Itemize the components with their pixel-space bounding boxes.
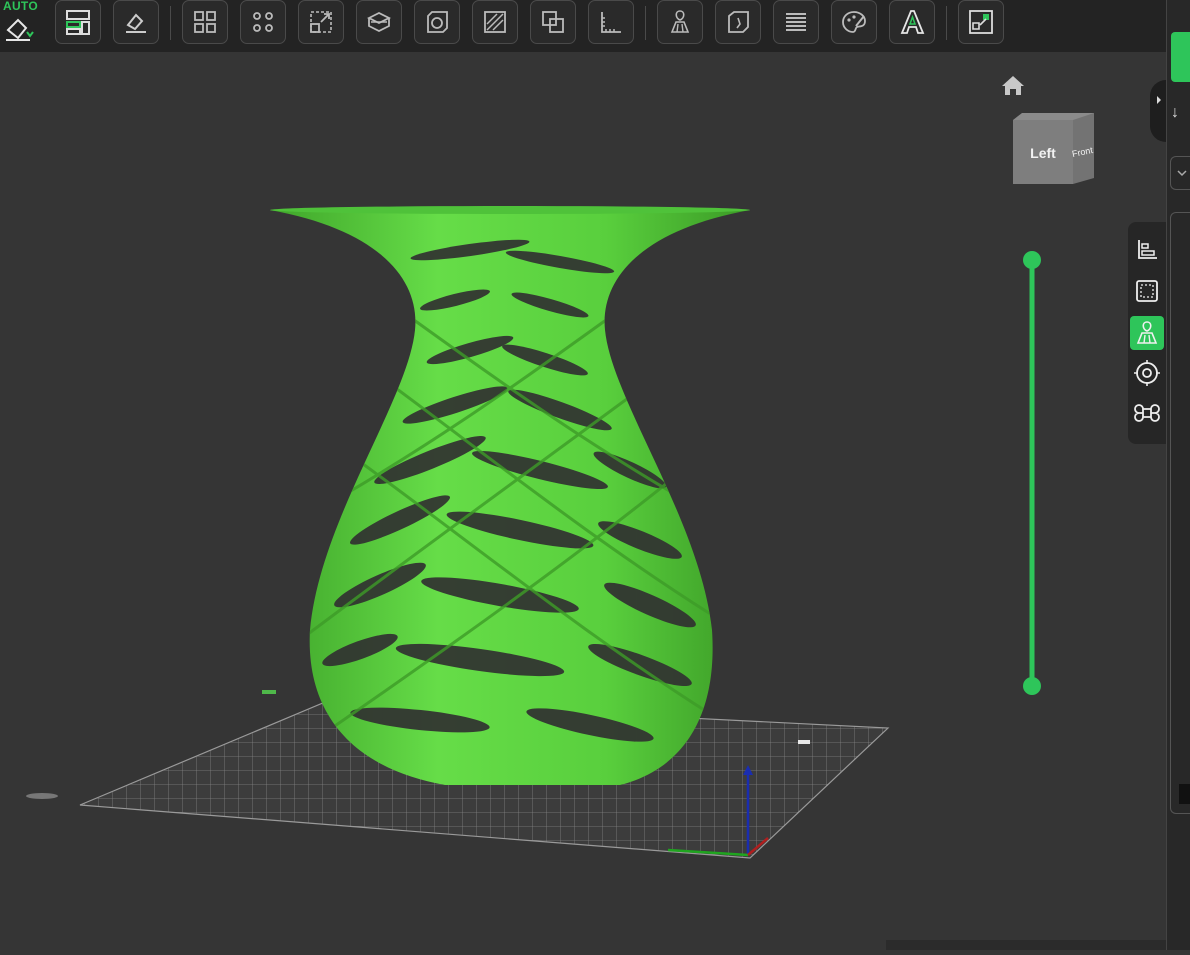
arrange-plates-icon bbox=[66, 10, 90, 35]
merge-button[interactable] bbox=[530, 0, 576, 44]
home-view-icon[interactable] bbox=[1002, 76, 1024, 95]
chevron-right-icon bbox=[1157, 96, 1161, 104]
assembly-button[interactable] bbox=[958, 0, 1004, 44]
clover-button[interactable] bbox=[1130, 396, 1164, 430]
view-cube[interactable]: Left Front bbox=[1013, 113, 1094, 184]
hollow-icon bbox=[427, 11, 448, 33]
panel-sort-icon[interactable]: ↓ bbox=[1171, 104, 1190, 134]
top-toolbar: AUTO bbox=[0, 0, 1166, 52]
lay-on-face-icon bbox=[126, 13, 146, 33]
view-target-button[interactable] bbox=[1130, 356, 1164, 390]
layer-slider-top-handle[interactable] bbox=[1023, 251, 1041, 269]
cut-button[interactable] bbox=[356, 0, 402, 44]
support-paint-icon bbox=[670, 10, 690, 33]
lay-on-face-button[interactable] bbox=[113, 0, 159, 44]
color-paint-icon bbox=[842, 11, 866, 33]
scene-canvas[interactable]: Left Front bbox=[0, 52, 1166, 950]
merge-icon bbox=[542, 11, 564, 33]
vase-model[interactable] bbox=[270, 206, 750, 785]
support-icon bbox=[1136, 321, 1158, 344]
layer-height-button[interactable] bbox=[773, 0, 819, 44]
chevron-down-icon bbox=[1177, 170, 1187, 177]
panel-collapse-tab[interactable] bbox=[1150, 80, 1166, 142]
layer-slider-bottom-handle[interactable] bbox=[1023, 677, 1041, 695]
measure-icon bbox=[601, 12, 621, 33]
panel-dark-marker bbox=[1179, 784, 1190, 804]
view-cube-left-label[interactable]: Left bbox=[1030, 145, 1056, 161]
text-icon bbox=[900, 10, 925, 34]
eraser-auto-icon bbox=[6, 18, 34, 41]
boolean-button[interactable] bbox=[472, 0, 518, 44]
bottom-status-strip bbox=[886, 940, 1166, 950]
seam-paint-icon bbox=[728, 11, 749, 33]
plate-label-marker bbox=[262, 690, 276, 694]
plate-label-marker bbox=[798, 740, 810, 744]
toolbar-separator bbox=[645, 6, 646, 40]
select-box-button[interactable] bbox=[1130, 274, 1164, 308]
support-paint-button[interactable] bbox=[657, 0, 703, 44]
layer-range-slider[interactable] bbox=[1023, 251, 1041, 695]
boolean-icon bbox=[484, 11, 506, 33]
cut-icon bbox=[366, 11, 392, 33]
align-button[interactable] bbox=[1130, 232, 1164, 266]
assembly-icon bbox=[969, 10, 993, 34]
panel-dropdown[interactable] bbox=[1170, 156, 1190, 190]
toolbar-separator bbox=[946, 6, 947, 40]
scale-icon bbox=[310, 11, 332, 33]
measure-button[interactable] bbox=[588, 0, 634, 44]
arrange-button[interactable] bbox=[55, 0, 101, 44]
panel-top-accent bbox=[1171, 32, 1190, 82]
side-toolbar bbox=[1128, 222, 1166, 444]
hollow-button[interactable] bbox=[414, 0, 460, 44]
text-button[interactable] bbox=[889, 0, 935, 44]
support-button[interactable] bbox=[1130, 316, 1164, 350]
layer-height-icon bbox=[786, 13, 806, 31]
color-paint-button[interactable] bbox=[831, 0, 877, 44]
3d-viewport[interactable]: Left Front bbox=[0, 52, 1166, 950]
target-icon bbox=[1134, 360, 1160, 386]
seam-paint-button[interactable] bbox=[715, 0, 761, 44]
plate-logo-marker bbox=[26, 793, 58, 799]
toolbar-separator bbox=[170, 6, 171, 40]
split-parts-icon bbox=[253, 12, 273, 32]
split-objects-icon bbox=[194, 11, 216, 33]
panel-section bbox=[1170, 212, 1190, 814]
align-icon bbox=[1138, 240, 1157, 259]
auto-orient-button[interactable] bbox=[0, 12, 44, 46]
split-parts-button[interactable] bbox=[240, 0, 286, 44]
command-icon bbox=[1134, 404, 1160, 422]
right-settings-panel: ↓ bbox=[1166, 0, 1190, 950]
split-objects-button[interactable] bbox=[182, 0, 228, 44]
select-box-icon bbox=[1136, 280, 1158, 302]
scale-button[interactable] bbox=[298, 0, 344, 44]
